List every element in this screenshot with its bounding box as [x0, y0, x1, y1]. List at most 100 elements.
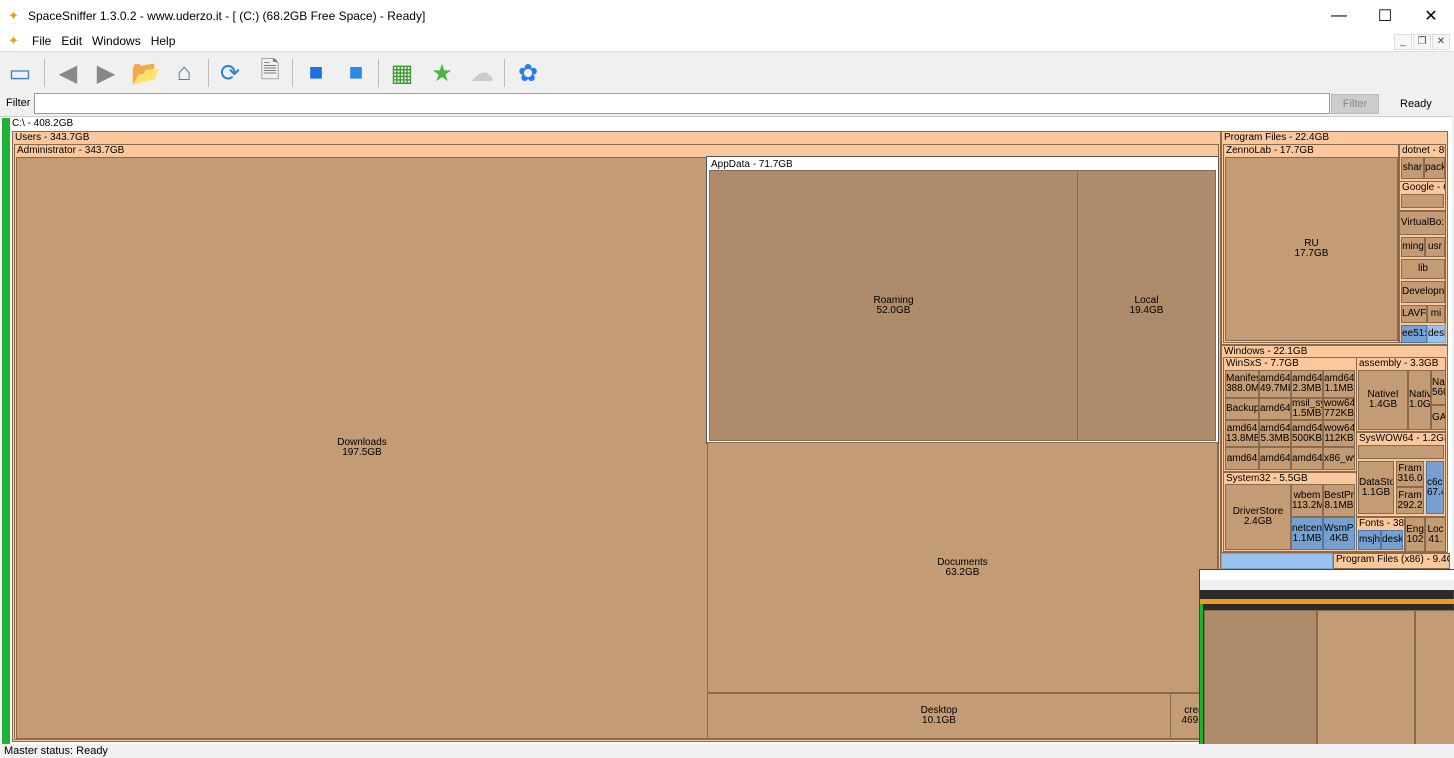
tile-text: wbem 113.2M — [1292, 490, 1322, 511]
treemap-tile-usr[interactable]: usr — [1425, 237, 1445, 257]
treemap-tile-w2[interactable]: amd64 49.7MI — [1259, 370, 1291, 398]
treemap-tile-w3[interactable]: amd64 2.3MB — [1291, 370, 1323, 398]
treemap-tile-y2[interactable]: wbem 113.2M — [1291, 484, 1323, 517]
treemap-tile-desk1[interactable]: desl — [1427, 325, 1446, 343]
treemap-tile-f2[interactable]: desk — [1381, 530, 1403, 550]
tile-text: amd64 500KB — [1292, 423, 1323, 444]
treemap-tile-eng[interactable]: Eng 102 — [1405, 517, 1425, 552]
tile-label: SysWOW64 - 1.2GB — [1359, 433, 1446, 444]
treemap-tile-w4[interactable]: amd64 1.1MB — [1323, 370, 1355, 398]
treemap-tile-f1[interactable]: msjh — [1358, 530, 1381, 550]
treemap-tile-y5[interactable]: WsmPt 4KB — [1323, 517, 1355, 550]
filter-button[interactable]: Filter — [1331, 94, 1379, 114]
mdi-restore-button[interactable]: ❐ — [1413, 34, 1431, 50]
back-icon[interactable]: ◀ — [52, 57, 84, 89]
treemap-tile-a2[interactable]: Nativ1.0GB — [1408, 370, 1431, 430]
treemap-tile-program-files-x86[interactable]: Program Files (x86) - 9.4GB — [1333, 553, 1450, 569]
treemap-tile-w6[interactable]: amd64 — [1259, 398, 1291, 420]
treemap-tile-y1[interactable]: DriverStore 2.4GB — [1225, 484, 1291, 550]
menu-file[interactable]: File — [32, 34, 51, 48]
treemap-tile-g1[interactable] — [1401, 194, 1444, 208]
tile-label: Developn — [1402, 286, 1445, 297]
minimize-button[interactable]: — — [1316, 0, 1362, 31]
blue-cube-outline-icon[interactable]: ■ — [340, 57, 372, 89]
treemap-tile-developn[interactable]: Developn — [1401, 281, 1445, 303]
cubes-icon[interactable]: ▦ — [386, 57, 418, 89]
tile-text: netcent 1.1MB — [1292, 523, 1322, 544]
status-ready: Ready — [1400, 98, 1432, 110]
menu-edit[interactable]: Edit — [61, 34, 82, 48]
treemap-tile-a4[interactable]: GAC — [1431, 405, 1446, 430]
toolbar: ▭ ◀ ▶ 📂 ⌂ ⟳ 🗎 ■ ■ ▦ ★ ☁ ✿ — [0, 53, 1454, 92]
treemap-tile-documents[interactable]: Documents 63.2GB — [707, 442, 1218, 693]
tile-text: BestPr 8.1MB — [1324, 490, 1354, 511]
home-icon[interactable]: ⌂ — [168, 57, 200, 89]
tile-size: 63.2GB — [945, 566, 980, 578]
tile-text: amd64 49.7MI — [1260, 374, 1290, 394]
treemap-tile-y3[interactable]: BestPr 8.1MB — [1323, 484, 1355, 517]
close-button[interactable]: ✕ — [1408, 0, 1454, 31]
tile-label: ZennoLab - 17.7GB — [1226, 145, 1314, 156]
treemap-tile-roaming[interactable]: Roaming 52.0GB — [709, 170, 1078, 441]
treemap-tile-w9[interactable]: amd64 13.8MB — [1225, 420, 1259, 447]
treemap-tile-mi[interactable]: mi — [1427, 305, 1445, 323]
mdi-close-button[interactable]: ✕ — [1432, 34, 1450, 50]
treemap-tile-ming[interactable]: ming — [1401, 237, 1425, 257]
forward-icon[interactable]: ▶ — [90, 57, 122, 89]
treemap-tile-a3[interactable]: Nati560.: — [1431, 370, 1446, 405]
treemap-tile-local[interactable]: Local 19.4GB — [1077, 170, 1216, 441]
treemap-tile-w11[interactable]: amd64 500KB — [1291, 420, 1323, 447]
star-icon[interactable]: ★ — [426, 57, 458, 89]
tile-text: amd64 2.3MB — [1292, 374, 1322, 394]
tile-size: 2.3MB — [1292, 383, 1322, 394]
treemap-tile-a1[interactable]: NativeI 1.4GB — [1358, 370, 1408, 430]
treemap-tile-w14[interactable]: amd64 — [1259, 447, 1291, 470]
tile-text: wow64 772KB — [1324, 399, 1354, 419]
treemap-tile-pack[interactable]: pack — [1424, 157, 1445, 179]
treemap-tile-lavf[interactable]: LAVF — [1401, 305, 1427, 323]
treemap-tile-root[interactable]: C:\ - 408.2GB — [10, 118, 1452, 132]
treemap-tile-s1[interactable]: DataSto 1.1GB — [1358, 461, 1394, 514]
treemap-tile-w12[interactable]: wow64 112KB — [1323, 420, 1355, 447]
treemap-tile-s2[interactable]: Fram 316.0 — [1396, 461, 1424, 487]
treemap-tile-s4[interactable]: c6cl67.4 — [1426, 461, 1444, 514]
menu-windows[interactable]: Windows — [92, 34, 141, 48]
treemap-tile-loc[interactable]: Loc 41. — [1425, 517, 1446, 552]
folder-up-icon[interactable]: 📂 — [130, 57, 162, 89]
ghost-icon[interactable]: ☁ — [466, 57, 498, 89]
refresh-icon[interactable]: ⟳ — [214, 57, 246, 89]
blue-cube-icon[interactable]: ■ — [300, 57, 332, 89]
treemap-tile-shar[interactable]: shar — [1401, 157, 1424, 179]
treemap-tile-w10[interactable]: amd64 5.3MB — [1259, 420, 1291, 447]
treemap-tile-w15[interactable]: amd64 — [1291, 447, 1323, 470]
filter-input[interactable] — [34, 93, 1330, 114]
treemap-tile-sw1[interactable] — [1358, 445, 1444, 459]
treemap-tile-lib[interactable]: lib — [1401, 259, 1445, 279]
flower-icon[interactable]: ✿ — [512, 57, 544, 89]
treemap-tile-virtualbox[interactable]: VirtualBo: — [1399, 211, 1446, 235]
treemap-tile-w16[interactable]: x86_wv — [1323, 447, 1355, 470]
treemap-tile-px86blue[interactable] — [1221, 553, 1333, 569]
tile-size: 197.5GB — [342, 447, 382, 458]
treemap-tile-w13[interactable]: amd64 — [1225, 447, 1259, 470]
taskbar-preview-thumbnail[interactable] — [1199, 569, 1454, 758]
mdi-minimize-button[interactable]: _ — [1394, 34, 1412, 50]
treemap-tile-w1[interactable]: Manifes 388.0MI — [1225, 370, 1259, 398]
treemap-tile-s3[interactable]: Fram 292.2 — [1396, 487, 1424, 514]
tile-text: c6cl67.4 — [1427, 477, 1443, 498]
treemap-tile-ru[interactable]: RU 17.7GB — [1225, 157, 1398, 341]
maximize-button[interactable]: ☐ — [1362, 0, 1408, 31]
treemap-tile-w8[interactable]: wow64 772KB — [1323, 398, 1355, 420]
tile-text: msil_sy 1.5MB — [1292, 399, 1322, 419]
menu-help[interactable]: Help — [151, 34, 176, 48]
tile-size: 500KB — [1292, 432, 1323, 444]
treemap-tile-w5[interactable]: Backup — [1225, 398, 1259, 420]
tile-size: 112KB — [1324, 432, 1354, 444]
treemap-tile-downloads[interactable]: Downloads 197.5GB — [16, 157, 708, 739]
treemap-tile-ee51[interactable]: ee51: — [1401, 325, 1427, 343]
treemap-tile-y4[interactable]: netcent 1.1MB — [1291, 517, 1323, 550]
new-window-icon[interactable]: ▭ — [4, 57, 36, 89]
treemap-tile-w7[interactable]: msil_sy 1.5MB — [1291, 398, 1323, 420]
treemap-tile-desktop[interactable]: Desktop 10.1GB — [707, 693, 1171, 739]
refresh-document-icon[interactable]: 🗎 — [254, 57, 286, 89]
